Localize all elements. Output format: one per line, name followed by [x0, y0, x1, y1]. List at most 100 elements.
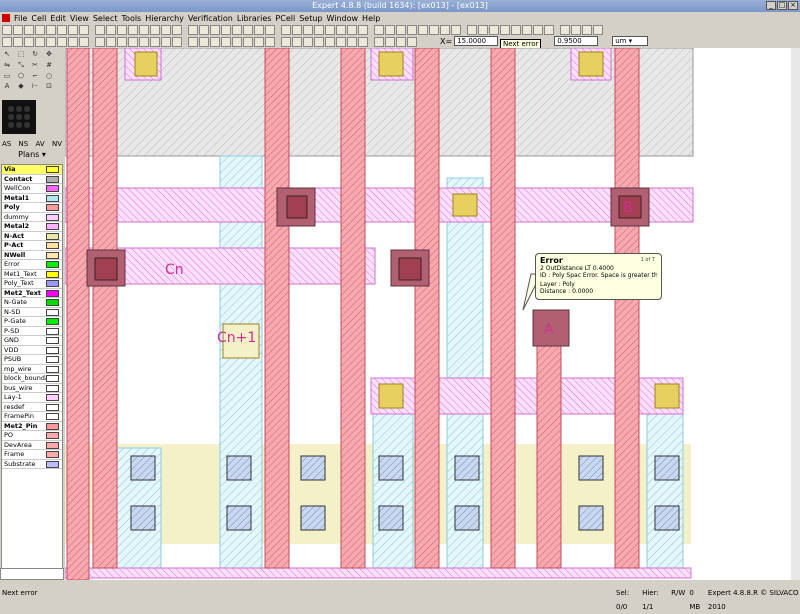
tb1-button-icon[interactable]	[46, 25, 56, 35]
layer-swatch[interactable]	[46, 204, 59, 211]
layout-drawing[interactable]: Cn Cn+1 A B	[65, 48, 791, 580]
tb1-button-icon[interactable]	[199, 25, 209, 35]
menu-pcell[interactable]: PCell	[273, 14, 297, 23]
tb1-button-icon[interactable]	[221, 25, 231, 35]
layer-row[interactable]: N-Gate	[2, 298, 62, 308]
layer-swatch[interactable]	[46, 194, 59, 202]
tb2-button-icon[interactable]	[254, 37, 264, 47]
rectangle-icon[interactable]: ▭	[2, 72, 12, 81]
menu-window[interactable]: Window	[325, 14, 361, 23]
tb2-button-icon[interactable]	[358, 37, 368, 47]
layer-row[interactable]: VDD	[2, 346, 62, 355]
layer-row[interactable]: Met1_Text	[2, 270, 62, 279]
tb2-button-icon[interactable]	[46, 37, 56, 47]
tb1-button-icon[interactable]	[106, 25, 116, 35]
layer-swatch[interactable]	[46, 270, 59, 278]
tb2-button-icon[interactable]	[150, 37, 160, 47]
tb1-button-icon[interactable]	[325, 25, 335, 35]
layer-row[interactable]: P-Gate	[2, 317, 62, 327]
layer-row[interactable]: Poly_Text	[2, 279, 62, 289]
tb2-button-icon[interactable]	[243, 37, 253, 47]
tb1-button-icon[interactable]	[347, 25, 357, 35]
tb1-button-icon[interactable]	[265, 25, 275, 35]
tb1-button-icon[interactable]	[303, 25, 313, 35]
tb2-button-icon[interactable]	[2, 37, 12, 47]
layer-swatch[interactable]	[46, 213, 59, 221]
layer-row[interactable]: FramePin	[2, 412, 62, 422]
layer-row[interactable]: mp_wire	[2, 365, 62, 374]
layer-swatch[interactable]	[46, 365, 59, 373]
tb1-button-icon[interactable]	[243, 25, 253, 35]
tb2-button-icon[interactable]	[210, 37, 220, 47]
layer-swatch[interactable]	[46, 232, 59, 240]
y-coordinate-field[interactable]: 0.9500	[554, 36, 599, 46]
tb2-button-icon[interactable]	[265, 37, 275, 47]
tb1-button-icon[interactable]	[2, 25, 12, 35]
tb2-button-icon[interactable]	[314, 37, 324, 47]
polygon-icon[interactable]: ⬠	[16, 72, 26, 81]
tb1-button-icon[interactable]	[489, 25, 499, 35]
layer-row[interactable]: PO	[2, 431, 62, 441]
layer-row[interactable]: Substrate	[2, 460, 62, 469]
tb2-button-icon[interactable]	[281, 37, 291, 47]
cut-icon[interactable]: ✂	[30, 61, 40, 70]
menu-setup[interactable]: Setup	[297, 14, 324, 23]
tb1-button-icon[interactable]	[571, 25, 581, 35]
layer-row[interactable]: Metal2	[2, 222, 62, 232]
layer-swatch[interactable]	[46, 280, 59, 287]
tb2-button-icon[interactable]	[79, 37, 89, 47]
tb2-button-icon[interactable]	[24, 37, 34, 47]
layer-swatch[interactable]	[46, 299, 59, 306]
tb1-button-icon[interactable]	[358, 25, 368, 35]
tb2-button-icon[interactable]	[221, 37, 231, 47]
tb1-button-icon[interactable]	[128, 25, 138, 35]
layer-swatch[interactable]	[46, 403, 59, 411]
command-line[interactable]	[0, 568, 64, 580]
layer-row[interactable]: Lay-1	[2, 393, 62, 403]
layer-row[interactable]: WellCon	[2, 184, 62, 194]
tb1-button-icon[interactable]	[429, 25, 439, 35]
menu-view[interactable]: View	[68, 14, 91, 23]
tb2-button-icon[interactable]	[188, 37, 198, 47]
path-icon[interactable]: ⌐	[30, 72, 40, 81]
tb1-button-icon[interactable]	[57, 25, 67, 35]
tb2-button-icon[interactable]	[347, 37, 357, 47]
layer-swatch[interactable]	[46, 166, 59, 173]
tb2-button-icon[interactable]	[407, 37, 417, 47]
layer-swatch[interactable]	[46, 223, 59, 230]
select-box-icon[interactable]: ⬚	[16, 50, 26, 59]
tb1-button-icon[interactable]	[336, 25, 346, 35]
layer-row[interactable]: bus_wire	[2, 384, 62, 393]
tb1-button-icon[interactable]	[560, 25, 570, 35]
tb2-button-icon[interactable]	[161, 37, 171, 47]
tb2-button-icon[interactable]	[303, 37, 313, 47]
stretch-icon[interactable]: ⤡	[16, 61, 26, 70]
layer-row[interactable]: GND	[2, 336, 62, 346]
cell-icon[interactable]: ⊡	[44, 82, 54, 91]
layer-row[interactable]: Error	[2, 260, 62, 270]
tb2-button-icon[interactable]	[199, 37, 209, 47]
tb1-button-icon[interactable]	[13, 25, 23, 35]
layer-row[interactable]: DevArea	[2, 441, 62, 450]
tab-ns[interactable]: NS	[19, 140, 29, 148]
tb1-button-icon[interactable]	[188, 25, 198, 35]
menu-edit[interactable]: Edit	[48, 14, 68, 23]
tb1-button-icon[interactable]	[451, 25, 461, 35]
tb2-button-icon[interactable]	[106, 37, 116, 47]
layer-row[interactable]: P-Act	[2, 241, 62, 251]
ruler-icon[interactable]: ⊢	[30, 82, 40, 91]
tb2-button-icon[interactable]	[292, 37, 302, 47]
select-arrow-icon[interactable]: ↖	[2, 50, 12, 59]
tb2-button-icon[interactable]	[128, 37, 138, 47]
tb1-button-icon[interactable]	[407, 25, 417, 35]
tb2-button-icon[interactable]	[325, 37, 335, 47]
tb2-button-icon[interactable]	[336, 37, 346, 47]
tb1-button-icon[interactable]	[467, 25, 477, 35]
tb1-button-icon[interactable]	[35, 25, 45, 35]
layer-row[interactable]: NWell	[2, 251, 62, 260]
menu-libraries[interactable]: Libraries	[235, 14, 274, 23]
tb1-button-icon[interactable]	[281, 25, 291, 35]
tb1-button-icon[interactable]	[150, 25, 160, 35]
tb1-button-icon[interactable]	[374, 25, 384, 35]
text-icon[interactable]: A	[2, 82, 12, 91]
